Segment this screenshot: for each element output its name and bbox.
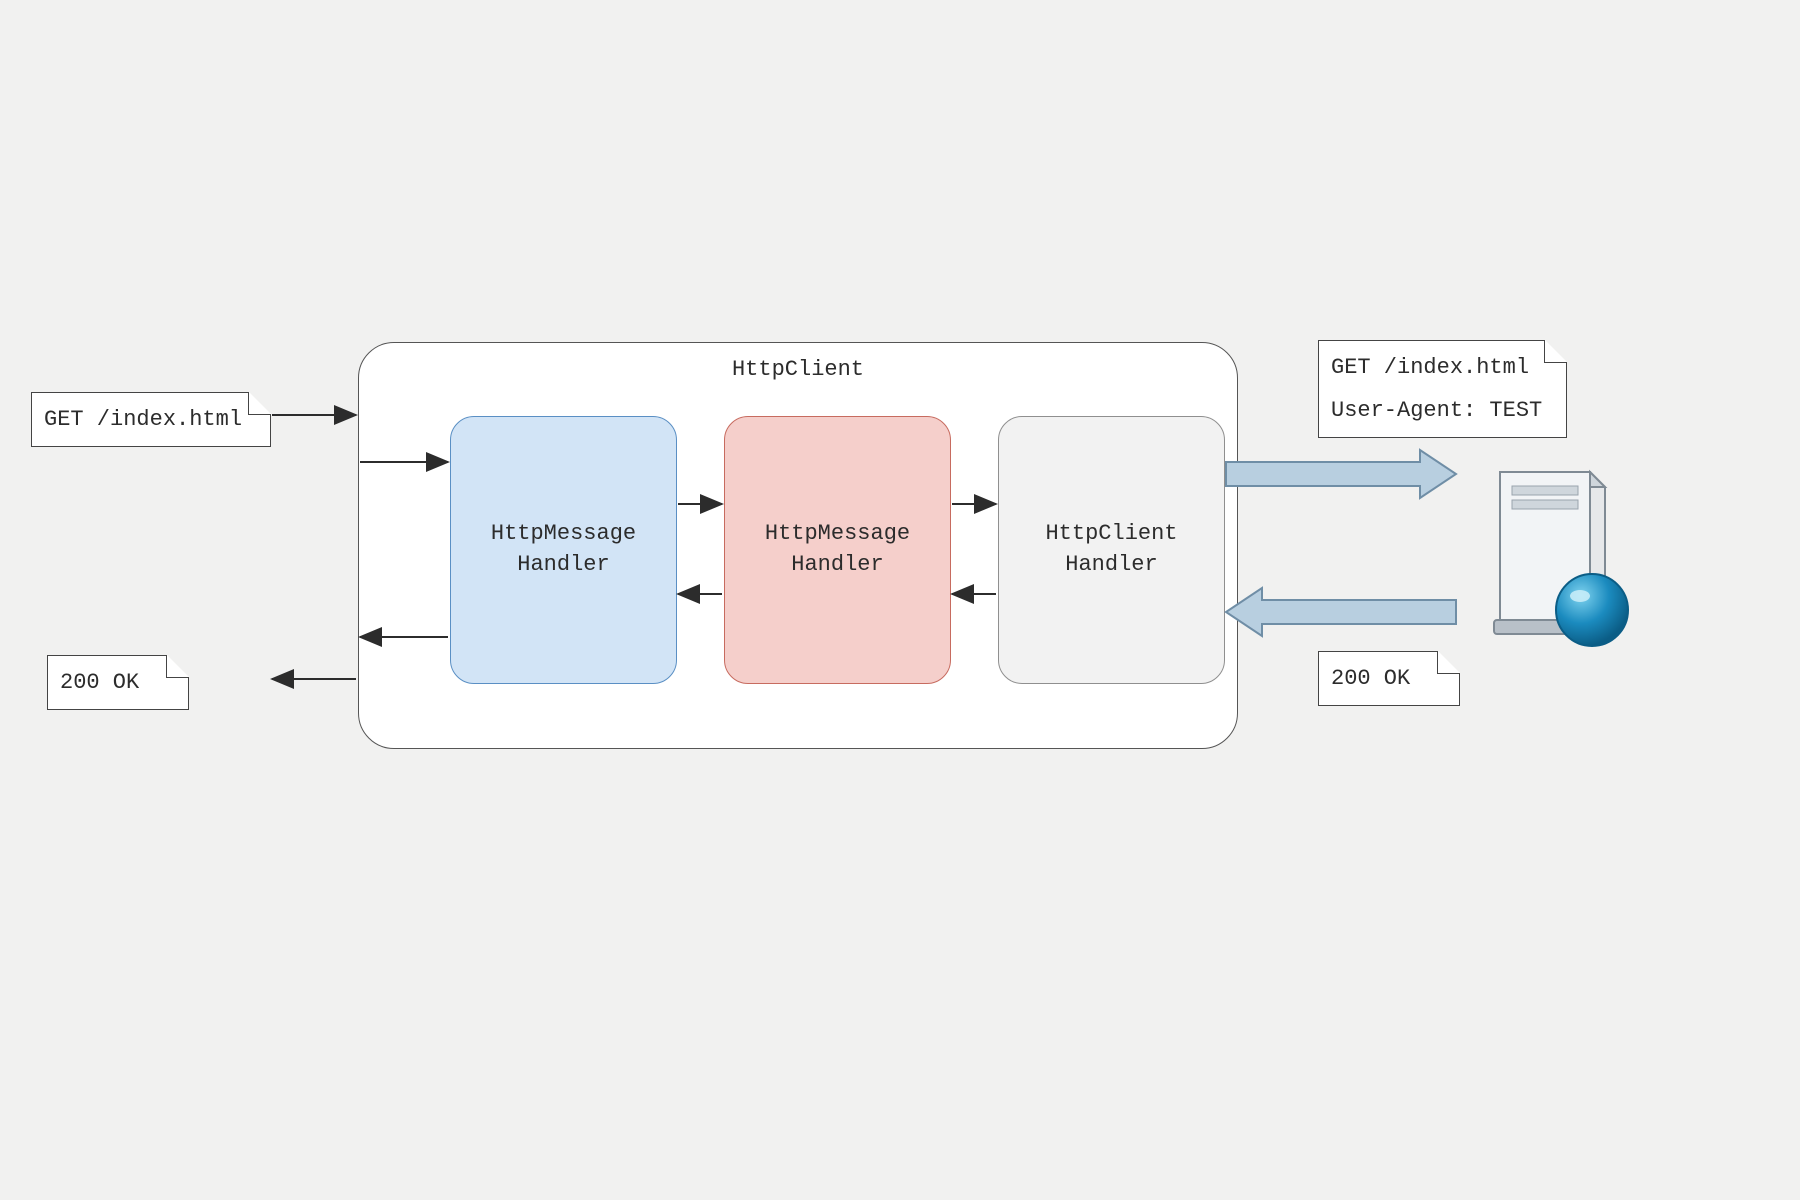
note-fold-icon (1437, 651, 1460, 674)
handler-box-1: HttpMessage Handler (450, 416, 677, 684)
note-request-wire: GET /index.html User-Agent: TEST (1318, 340, 1567, 438)
note-fold-icon (248, 392, 271, 415)
container-title: HttpClient (359, 357, 1237, 382)
block-arrow-request (1226, 450, 1456, 498)
note-request-wire-line1: GET /index.html (1331, 351, 1554, 384)
diagram-canvas: HttpClient HttpMessage Handler HttpMessa… (0, 0, 1800, 1200)
note-response-wire-text: 200 OK (1331, 666, 1410, 691)
note-response-wire: 200 OK (1318, 651, 1460, 706)
handler-1-line1: HttpMessage (491, 521, 636, 546)
note-request-wire-line2: User-Agent: TEST (1331, 394, 1554, 427)
note-fold-icon (1544, 340, 1567, 363)
handler-2-line2: Handler (791, 552, 883, 577)
handler-2-line1: HttpMessage (765, 521, 910, 546)
handler-3-line1: HttpClient (1045, 521, 1177, 546)
handler-box-2: HttpMessage Handler (724, 416, 951, 684)
handler-1-line2: Handler (517, 552, 609, 577)
note-fold-icon (166, 655, 189, 678)
handler-3-line2: Handler (1065, 552, 1157, 577)
handler-box-3: HttpClient Handler (998, 416, 1225, 684)
note-request-in: GET /index.html (31, 392, 271, 447)
server-icon (1470, 452, 1650, 659)
note-request-in-text: GET /index.html (44, 407, 242, 432)
note-response-out: 200 OK (47, 655, 189, 710)
block-arrow-response (1226, 588, 1456, 636)
note-response-out-text: 200 OK (60, 670, 139, 695)
